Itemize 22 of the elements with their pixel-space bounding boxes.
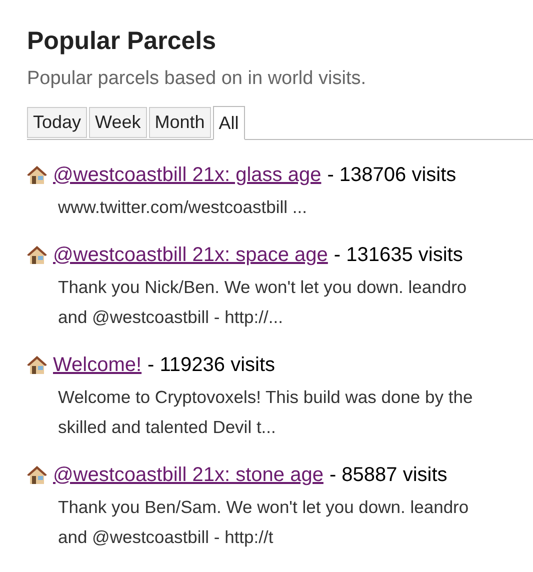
parcel-link[interactable]: @westcoastbill 21x: space age <box>53 242 328 268</box>
parcel-link[interactable]: @westcoastbill 21x: glass age <box>53 162 322 188</box>
parcel-link[interactable]: Welcome! <box>53 352 142 378</box>
parcel-description: Thank you Nick/Ben. We won't let you down. leandro and @westcoastbill - http://... <box>58 276 468 329</box>
parcel-description: Welcome to Cryptovoxels! This build was done by the skilled and talented Devil t... <box>58 386 474 439</box>
tab[interactable]: Today <box>27 107 88 138</box>
house-icon <box>27 355 47 375</box>
house-icon <box>27 465 47 485</box>
house-icon <box>27 245 47 265</box>
parcel-description: Thank you Ben/Sam. We won't let you down. leandro and @westcoastbill - http://t <box>58 496 470 549</box>
parcel-description: www.twitter.com/westcoastbill ... <box>58 196 308 219</box>
visit-count: - 138706 visits <box>327 163 456 188</box>
page-title: Popular Parcels <box>27 26 217 57</box>
tab[interactable]: Week <box>89 107 147 138</box>
page-subtitle: Popular parcels based on in world visits. <box>27 67 368 91</box>
parcel-link[interactable]: @westcoastbill 21x: stone age <box>53 462 324 488</box>
visit-count: - 131635 visits <box>334 243 463 268</box>
tab[interactable]: All <box>212 106 245 140</box>
house-icon <box>27 165 47 185</box>
tab[interactable]: Month <box>148 107 211 138</box>
visit-count: - 85887 visits <box>329 463 448 488</box>
visit-count: - 119236 visits <box>148 353 276 378</box>
